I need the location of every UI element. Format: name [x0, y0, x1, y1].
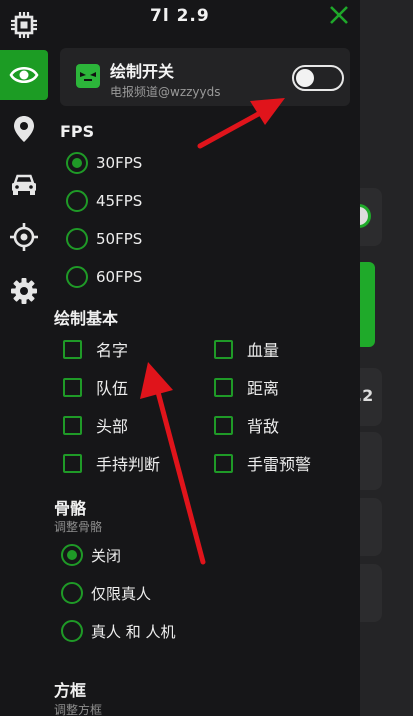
fps-option-50[interactable]: 50FPS [66, 228, 142, 250]
fps-option-label: 60FPS [96, 268, 143, 286]
rail-item-settings[interactable] [0, 266, 48, 316]
checkbox-label: 距离 [247, 379, 280, 398]
app-logo-icon [76, 64, 100, 88]
box-subtitle: 调整方框 [54, 703, 103, 716]
fps-option-30[interactable]: 30FPS [66, 152, 142, 174]
rail-item-crosshair[interactable] [0, 212, 48, 262]
fps-option-label: 45FPS [96, 192, 143, 210]
checkbox-grenade-warning[interactable]: 手雷预警 [214, 451, 311, 475]
skeleton-option-label: 关闭 [91, 546, 122, 565]
eye-icon [9, 66, 39, 84]
fps-option-60[interactable]: 60FPS [66, 266, 142, 288]
skeleton-option-off[interactable]: 关闭 [61, 544, 121, 566]
chip-icon [11, 12, 37, 38]
checkbox-label: 名字 [96, 341, 129, 360]
skeleton-option-label: 真人 和 人机 [91, 622, 176, 641]
close-icon[interactable] [328, 4, 350, 26]
switch-knob [296, 69, 314, 87]
rail-item-car[interactable] [0, 160, 48, 210]
checkbox-head[interactable]: 头部 [63, 413, 128, 437]
checkbox-label: 背敌 [247, 417, 280, 436]
checkbox-label: 队伍 [96, 379, 129, 398]
checkbox-name[interactable]: 名字 [63, 337, 128, 361]
skeleton-option-real-only[interactable]: 仅限真人 [61, 582, 151, 604]
draw-basic-heading: 绘制基本 [54, 309, 119, 328]
skeleton-option-real-and-bot[interactable]: 真人 和 人机 [61, 620, 176, 642]
rail-item-chip[interactable] [0, 0, 48, 50]
fps-option-label: 50FPS [96, 230, 143, 248]
fps-heading: FPS [60, 122, 95, 141]
checkbox-team[interactable]: 队伍 [63, 375, 128, 399]
rail-item-eye[interactable] [0, 50, 48, 100]
checkbox-behind-enemy[interactable]: 背敌 [214, 413, 279, 437]
skeleton-subtitle: 调整骨骼 [54, 520, 103, 534]
checkbox-label: 头部 [96, 417, 129, 436]
rail-item-location[interactable] [0, 104, 48, 154]
checkbox-held-item[interactable]: 手持判断 [63, 451, 160, 475]
draw-toggle-switch[interactable] [292, 65, 344, 91]
checkbox-label: 手持判断 [96, 455, 161, 474]
skeleton-heading: 骨骼 [54, 499, 87, 518]
checkbox-health[interactable]: 血量 [214, 337, 279, 361]
car-icon [12, 174, 36, 195]
app-title: 7l 2.9 [150, 6, 210, 26]
fps-option-45[interactable]: 45FPS [66, 190, 142, 212]
skeleton-option-label: 仅限真人 [91, 584, 152, 603]
draw-toggle-subtitle: 电报频道@wzzyyds [110, 85, 221, 99]
box-heading: 方框 [54, 681, 87, 700]
crosshair-icon [10, 223, 38, 251]
draw-toggle-title: 绘制开关 [110, 62, 175, 81]
checkbox-distance[interactable]: 距离 [214, 375, 279, 399]
draw-toggle-card: 绘制开关 电报频道@wzzyyds [60, 48, 350, 106]
left-rail [0, 0, 48, 716]
menu-panel: 7l 2.9 绘制开关 电报频道@wzzyyds FPS 30FPS 45FPS… [0, 0, 360, 716]
location-pin-icon [14, 116, 34, 142]
gear-icon [11, 278, 37, 304]
checkbox-label: 血量 [247, 341, 280, 360]
fps-option-label: 30FPS [96, 154, 143, 172]
checkbox-label: 手雷预警 [247, 455, 312, 474]
